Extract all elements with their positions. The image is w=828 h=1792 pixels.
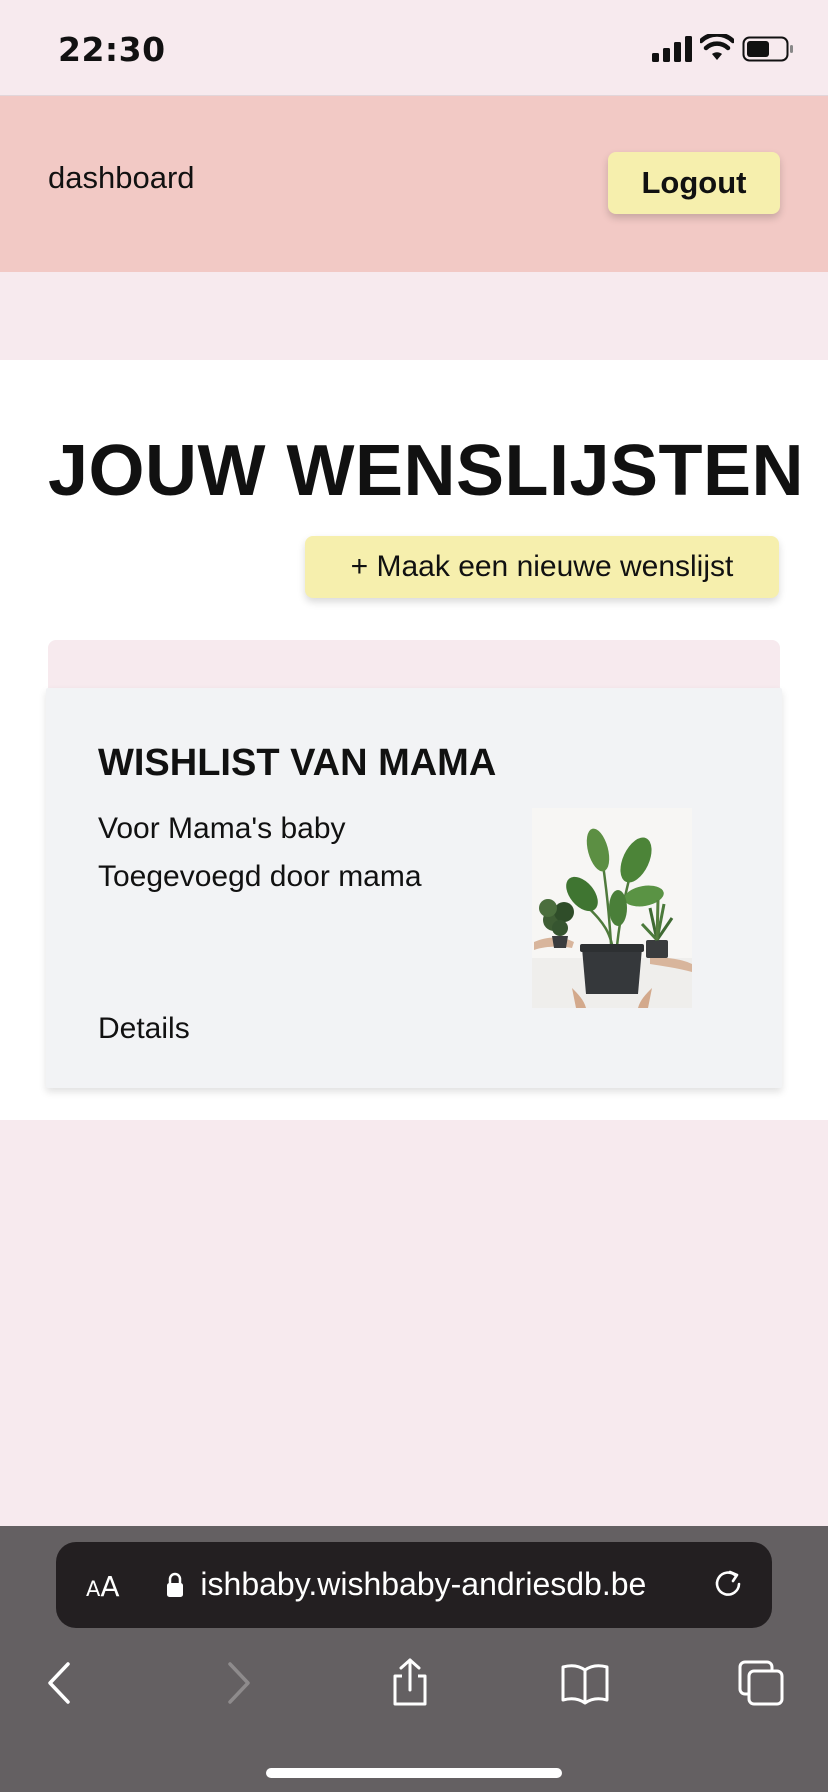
new-wishlist-button[interactable]: + Maak een nieuwe wenslijst [305,536,779,598]
app-header: dashboard Logout [0,96,828,272]
wishlists-panel: JOUW WENSLIJSTEN + Maak een nieuwe wensl… [0,360,828,1120]
wishlist-description: Voor Mama's baby [98,812,346,845]
address-bar[interactable]: AA ishbaby.wishbaby-andriesdb.be [56,1542,772,1628]
wishlist-card: WISHLIST VAN MAMA Voor Mama's baby Toege… [46,688,782,1088]
cellular-signal-icon [652,36,692,62]
plants-image [532,808,692,1008]
forward-icon[interactable] [212,1658,262,1708]
home-indicator [266,1768,562,1778]
dashboard-link[interactable]: dashboard [48,160,195,196]
tabs-icon[interactable] [736,1658,786,1708]
wishlist-title: WISHLIST VAN MAMA [98,742,497,784]
lock-icon [167,1572,183,1597]
battery-icon [742,36,793,62]
reload-icon[interactable] [710,1566,746,1602]
back-icon[interactable] [36,1658,86,1708]
url-text: ishbaby.wishbaby-andriesdb.be [194,1566,647,1602]
browser-toolbar: AA ishbaby.wishbaby-andriesdb.be [0,1526,828,1792]
logout-button[interactable]: Logout [608,152,780,214]
wishlist-details-link[interactable]: Details [98,1012,190,1046]
text-size-button[interactable]: AA [86,1570,120,1603]
bookmarks-icon[interactable] [560,1658,610,1708]
wifi-icon [700,34,734,60]
wishlist-added-by: Toegevoegd door mama [98,860,422,893]
status-time: 22:30 [58,30,166,69]
share-icon[interactable] [385,1658,435,1708]
page-title: JOUW WENSLIJSTEN [48,431,805,511]
status-bar: 22:30 [0,0,828,96]
